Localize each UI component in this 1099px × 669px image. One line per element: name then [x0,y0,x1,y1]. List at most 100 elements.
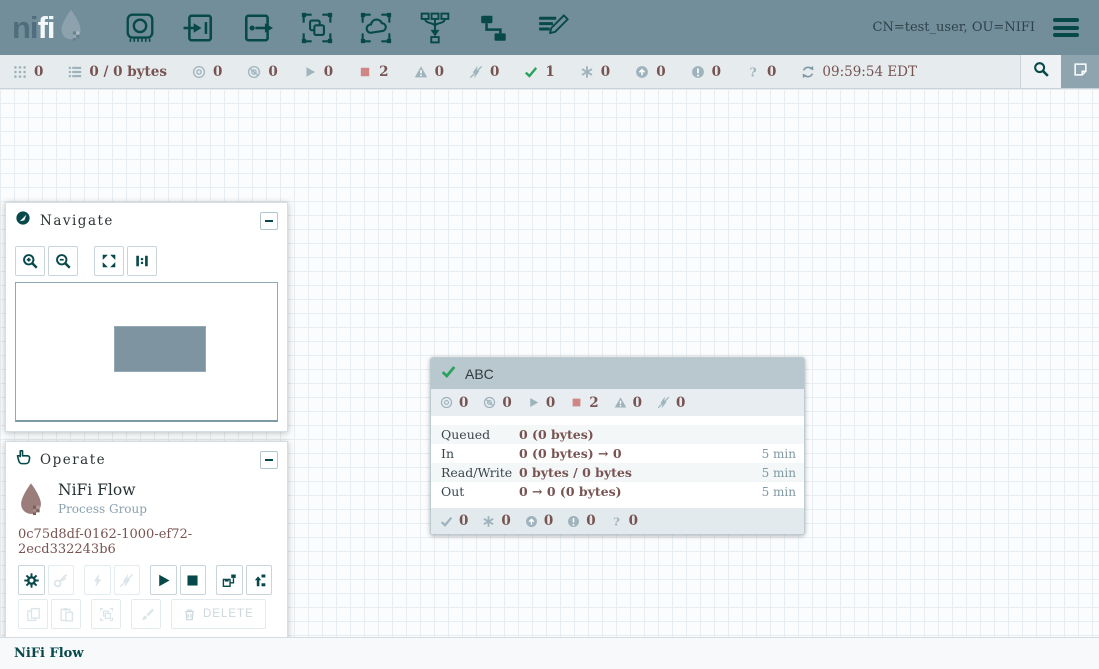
valid-check-icon [441,364,456,384]
locally-modified-asterisk-icon [580,65,594,79]
process-group-abc[interactable]: ABC 0 0 0 2 [430,357,805,535]
pg-stat-disabled: 0 [657,395,685,411]
operate-collapse-button[interactable] [260,451,278,469]
pg-spacer [431,416,804,425]
fill-color-button[interactable] [131,599,161,629]
operate-selected-component: NiFi Flow Process Group [6,475,287,523]
in-value: 0 (0 bytes) → 0 [519,446,752,461]
output-port-icon[interactable] [242,12,274,44]
active-threads-count: 0 [34,64,43,80]
not-transmitting-count: 0 [268,64,277,80]
remote-process-group-icon[interactable] [360,12,392,44]
pg-row-queued: Queued 0 (0 bytes) [431,425,804,444]
configuration-button[interactable] [18,565,45,595]
read-write-label: Read/Write [431,465,519,480]
upload-template-button[interactable] [246,565,273,595]
zoom-in-button[interactable] [15,246,45,276]
status-items: 0 0 / 0 bytes 0 0 0 2 [0,55,917,88]
bulletin-board-toggle[interactable] [1061,55,1099,88]
svg-text:?: ? [613,515,620,528]
delete-button-label: DELETE [203,608,254,620]
paste-button[interactable] [51,599,81,629]
zoom-out-button[interactable] [48,246,78,276]
question-icon: ? [610,515,623,528]
pg-sync-failure-count: 0 [629,513,638,529]
out-label: Out [431,484,519,499]
stopped-count: 2 [379,64,388,80]
status-disabled: 0 [469,64,499,80]
logo-text-fi: fi [38,12,55,43]
running-count: 0 [324,64,333,80]
group-button[interactable] [91,599,121,629]
nifi-droplet-icon [55,9,84,46]
disable-button[interactable] [114,565,141,595]
transmitting-count: 0 [213,64,222,80]
operate-buttons-row-1 [6,565,287,595]
process-group-versioned-stats: 0 0 0 0 ? 0 [431,508,804,534]
current-user: CN=test_user, OU=NIFI [873,20,1036,35]
svg-text:?: ? [749,65,756,79]
read-write-value: 0 bytes / 0 bytes [519,465,752,480]
refresh-icon[interactable] [801,65,815,79]
status-refresh: 09:59:54 EDT [801,64,917,80]
process-group-icon[interactable] [301,12,333,44]
copy-button[interactable] [18,599,48,629]
input-port-icon[interactable] [183,12,215,44]
stopped-icon [358,65,372,79]
read-write-window: 5 min [752,466,804,480]
invalid-warning-icon [614,396,627,409]
processor-icon[interactable] [124,12,156,44]
transmitting-icon [192,65,206,79]
pg-locally-modified-count: 0 [501,513,510,529]
pg-row-out: Out 0 → 0 (0 bytes) 5 min [431,482,804,501]
birdseye-minimap[interactable] [15,282,278,422]
global-menu-button[interactable] [1051,16,1081,39]
exclamation-circle-icon [567,515,580,528]
stop-button[interactable] [180,565,207,595]
note-icon [1073,62,1088,82]
pg-stale: 0 [525,513,553,529]
disabled-count: 0 [490,64,499,80]
status-sync-failure: ? 0 [746,64,776,80]
status-locally-modified-and-stale: 0 [691,64,721,80]
delete-button[interactable]: DELETE [171,599,266,629]
pg-disabled-count: 0 [676,395,685,411]
funnel-icon[interactable] [419,12,451,44]
sync-failure-question-icon: ? [746,65,760,79]
pg-row-read-write: Read/Write 0 bytes / 0 bytes 5 min [431,463,804,482]
enable-button[interactable] [84,565,111,595]
breadcrumb-nifi-flow[interactable]: NiFi Flow [14,646,84,661]
up-to-date-count: 1 [545,64,554,80]
operate-panel: Operate NiFi Flow Process Group 0c75d8df… [5,441,288,644]
access-policies-button[interactable] [48,565,75,595]
in-label: In [431,446,519,461]
flow-canvas[interactable]: Navigate Operate NiF [0,89,1099,637]
pg-spacer [431,501,804,508]
pg-running-count: 0 [546,395,555,411]
disabled-bolt-slash-icon [657,396,670,409]
template-icon[interactable] [478,12,510,44]
operate-panel-header: Operate [6,442,287,475]
stopped-icon [570,396,583,409]
status-invalid: 0 [414,64,444,80]
flow-status-bar: 0 0 / 0 bytes 0 0 0 2 [0,55,1099,89]
pg-invalid-count: 0 [633,395,642,411]
stale-arrow-circle-icon [635,65,649,79]
pg-stat-invalid: 0 [614,395,642,411]
label-icon[interactable] [537,12,569,44]
invalid-count: 0 [435,64,444,80]
pg-modified-stale-count: 0 [586,513,595,529]
search-button[interactable] [1020,55,1061,88]
start-button[interactable] [150,565,177,595]
zoom-actual-size-button[interactable] [127,246,157,276]
queued-label: Queued [431,427,519,442]
zoom-fit-button[interactable] [94,246,124,276]
navigate-collapse-button[interactable] [260,212,278,230]
compass-icon [15,210,31,231]
status-stopped: 2 [358,64,388,80]
create-template-button[interactable] [216,565,243,595]
out-window: 5 min [752,485,804,499]
stale-count: 0 [656,64,665,80]
app-header: nifi [0,0,1099,55]
asterisk-icon [482,515,495,528]
